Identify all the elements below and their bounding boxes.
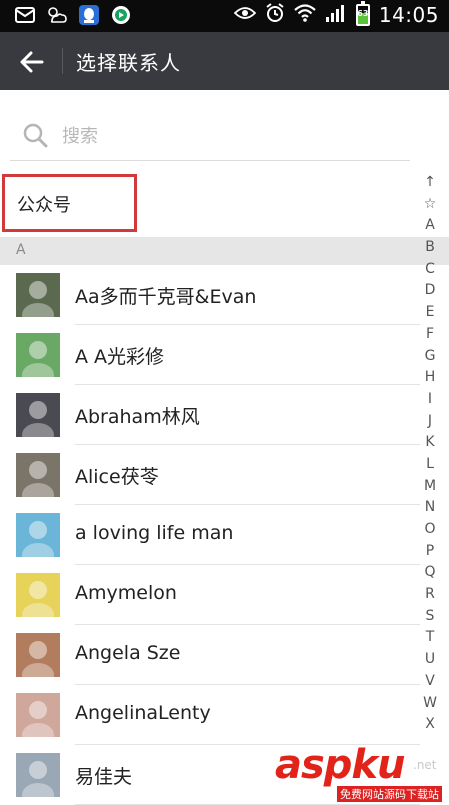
index-letter[interactable]: J <box>417 411 443 433</box>
status-bar: 63 14:05 <box>0 0 449 32</box>
avatar <box>16 573 60 617</box>
contact-name: 易佳夫 <box>75 766 133 788</box>
wifi-icon <box>294 3 316 27</box>
index-letter[interactable]: ☆ <box>417 194 443 216</box>
index-letter[interactable]: V <box>417 671 443 693</box>
index-letter[interactable]: O <box>417 519 443 541</box>
alphabet-index[interactable]: ↑ ☆ A B C D E F G H I J K L M N O P Q R S T U V W X <box>417 172 443 736</box>
weather-icon <box>46 4 68 26</box>
index-letter[interactable]: L <box>417 454 443 476</box>
contact-name: Abraham林风 <box>75 406 200 428</box>
avatar <box>16 453 60 497</box>
search-icon <box>22 122 48 148</box>
section-header-a: A <box>0 237 449 265</box>
search-input[interactable] <box>60 120 384 152</box>
contact-row[interactable]: Alice茯苓 <box>0 445 420 505</box>
contact-name: a loving life man <box>75 522 234 544</box>
site-watermark: aspku .net 免费网站源码下载站 <box>275 742 449 802</box>
index-letter[interactable]: N <box>417 497 443 519</box>
index-letter[interactable]: A <box>417 215 443 237</box>
contact-row[interactable]: A A光彩修 <box>0 325 420 385</box>
avatar <box>16 753 60 797</box>
messenger-icon <box>78 4 100 26</box>
watermark-brand: aspku <box>275 742 406 788</box>
contact-row[interactable]: AngelinaLenty <box>0 685 420 745</box>
index-letter[interactable]: R <box>417 584 443 606</box>
index-letter[interactable]: P <box>417 541 443 563</box>
signal-icon <box>325 3 347 27</box>
contact-name: Aa多而千克哥&Evan <box>75 286 257 308</box>
avatar <box>16 633 60 677</box>
contact-name: Amymelon <box>75 582 177 604</box>
contact-list: Aa多而千克哥&Evan A A光彩修 Abraham林风 Alice茯苓 a lovi… <box>0 265 420 805</box>
battery-icon: 63 <box>355 1 370 26</box>
avatar <box>16 693 60 737</box>
contact-row[interactable]: Aa多而千克哥&Evan <box>0 265 420 325</box>
index-letter[interactable]: ↑ <box>417 172 443 194</box>
official-accounts-item[interactable]: 公众号 <box>2 174 137 232</box>
contact-row[interactable]: a loving life man <box>0 505 420 565</box>
avatar <box>16 333 60 377</box>
watermark-domain: .net <box>413 758 437 772</box>
contact-name: A A光彩修 <box>75 346 165 368</box>
avatar <box>16 393 60 437</box>
index-letter[interactable]: Q <box>417 562 443 584</box>
index-letter[interactable]: B <box>417 237 443 259</box>
eye-icon <box>233 5 257 25</box>
index-letter[interactable]: U <box>417 649 443 671</box>
contact-name: Alice茯苓 <box>75 466 159 488</box>
index-letter[interactable]: I <box>417 389 443 411</box>
contact-row[interactable]: Amymelon <box>0 565 420 625</box>
search-bar[interactable] <box>10 110 410 161</box>
index-letter[interactable]: C <box>417 259 443 281</box>
index-letter[interactable]: S <box>417 606 443 628</box>
contact-row[interactable]: Angela Sze <box>0 625 420 685</box>
avatar <box>16 273 60 317</box>
index-letter[interactable]: T <box>417 627 443 649</box>
status-time: 14:05 <box>378 3 439 27</box>
header-divider <box>62 48 63 74</box>
avatar <box>16 513 60 557</box>
mail-icon <box>14 4 36 26</box>
index-letter[interactable]: W <box>417 693 443 715</box>
index-letter[interactable]: D <box>417 280 443 302</box>
official-accounts-label: 公众号 <box>17 195 71 216</box>
alarm-icon <box>265 3 285 27</box>
contact-name: Angela Sze <box>75 642 181 664</box>
section-letter: A <box>16 242 26 258</box>
contact-row[interactable]: Abraham林风 <box>0 385 420 445</box>
index-letter[interactable]: G <box>417 346 443 368</box>
index-letter[interactable]: F <box>417 324 443 346</box>
battery-level: 63 <box>357 9 369 18</box>
index-letter[interactable]: E <box>417 302 443 324</box>
video-app-icon <box>110 4 132 26</box>
index-letter[interactable]: K <box>417 432 443 454</box>
contact-name: AngelinaLenty <box>75 702 211 724</box>
index-letter[interactable]: X <box>417 714 443 736</box>
index-letter[interactable]: H <box>417 367 443 389</box>
index-letter[interactable]: M <box>417 476 443 498</box>
back-arrow-icon[interactable] <box>18 48 46 76</box>
page-title: 选择联系人 <box>76 51 181 75</box>
top-app-bar: 选择联系人 <box>0 32 449 90</box>
